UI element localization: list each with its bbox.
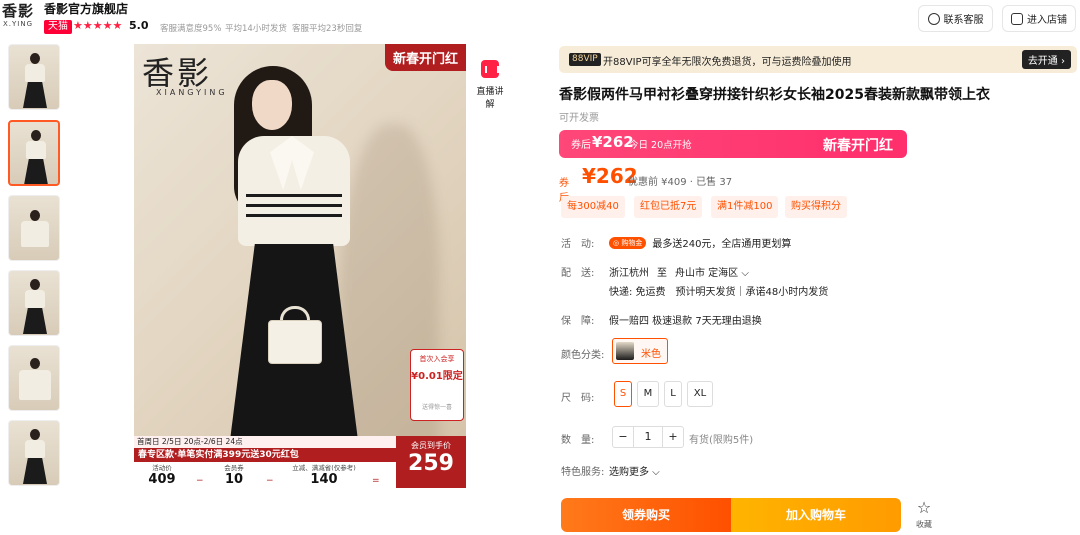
rating-value: 5.0 bbox=[129, 19, 149, 32]
color-label: 颜色分类: bbox=[561, 350, 605, 361]
model-face bbox=[252, 80, 292, 130]
shop-name[interactable]: 香影官方旗舰店 bbox=[44, 0, 128, 17]
store-label: 进入店铺 bbox=[1027, 15, 1067, 26]
stock-status: 有货(限购5件) bbox=[689, 435, 754, 446]
logo-subtext: X.YING bbox=[2, 20, 34, 28]
size-option-m[interactable]: M bbox=[637, 381, 659, 407]
vip-text: 开88VIP可享全年无限次免费退货，可与运费险叠加使用 bbox=[603, 57, 852, 68]
contact-service-button[interactable]: 联系客服 bbox=[918, 5, 993, 32]
quantity-minus-button[interactable]: − bbox=[613, 427, 633, 447]
gallery-thumbnail-active[interactable] bbox=[8, 120, 60, 186]
favorite-label: 收藏 bbox=[916, 520, 932, 529]
promo-rule: 春专区款·单笔实付满399元送30元红包 bbox=[134, 448, 396, 462]
chat-icon bbox=[927, 12, 940, 25]
promo-banner: 券后 ¥262 今日 20点开抢 新春开门红 bbox=[559, 130, 907, 158]
vip-banner: 88VIP 开88VIP可享全年无限次免费退货，可与运费险叠加使用 去开通 › bbox=[559, 46, 1077, 73]
chevron-down-icon: ⌵ bbox=[741, 268, 749, 279]
store-icon bbox=[1011, 12, 1023, 25]
ship-to-selector[interactable]: 舟山市 定海区 ⌵ bbox=[675, 264, 749, 279]
add-to-cart-button[interactable]: 加入购物车 bbox=[731, 498, 901, 532]
service-label: 特色服务: bbox=[561, 467, 605, 478]
activity-text: 最多送240元，全店通用更划算 bbox=[652, 239, 792, 250]
rating-stars: ★★★★★ bbox=[73, 19, 123, 32]
main-product-image[interactable]: 香影 XIANGYING 新春开门红 首次入会享 ¥0.01限定 送得惊一喜 首… bbox=[134, 44, 466, 488]
size-option-s[interactable]: S bbox=[614, 381, 632, 407]
color-option-label: 米色 bbox=[641, 349, 661, 360]
shop-logo[interactable]: 香影 X.YING bbox=[0, 2, 36, 34]
vip-badge: 88VIP bbox=[569, 53, 601, 66]
activity-row: ◎ 购物金 最多送240元，全店通用更划算 bbox=[609, 235, 791, 250]
model-handbag bbox=[268, 320, 322, 364]
ship-detail: 快递: 免运费 预计明天发货｜承诺48小时内发货 bbox=[609, 287, 829, 298]
discount-chip[interactable]: 红包已抵7元 bbox=[634, 196, 703, 218]
discount-chip[interactable]: 满1件减100 bbox=[711, 196, 779, 218]
shipping-label: 配 送: bbox=[561, 268, 595, 279]
gallery-thumbnail[interactable] bbox=[8, 195, 60, 261]
gallery-thumbnail[interactable] bbox=[8, 345, 60, 411]
discount-chip[interactable]: 每300减40 bbox=[561, 196, 625, 218]
gallery-thumbnail[interactable] bbox=[8, 44, 60, 110]
live-explain-button[interactable]: 直播讲解 bbox=[474, 60, 506, 110]
price-before: 优惠前 ¥409 · 已售 37 bbox=[628, 177, 733, 188]
size-option-l[interactable]: L bbox=[664, 381, 682, 407]
price-breakdown-item: 会员券 10 bbox=[224, 464, 244, 487]
color-option-selected[interactable]: 米色 bbox=[612, 338, 668, 364]
promo-date: 首周日 2/5日 20点-2/6日 24点 bbox=[134, 436, 396, 448]
member-coupon-card: 首次入会享 ¥0.01限定 送得惊一喜 bbox=[410, 349, 464, 421]
image-brand-subtext: XIANGYING bbox=[156, 88, 228, 97]
member-final-price: 会员到手价 259 bbox=[396, 436, 466, 488]
ship-to-label: 至 bbox=[657, 268, 667, 279]
star-icon: ☆ bbox=[916, 498, 932, 517]
quantity-stepper[interactable]: − 1 + bbox=[612, 426, 684, 448]
buy-with-coupon-button[interactable]: 领券购买 bbox=[561, 498, 731, 532]
service-more-dropdown[interactable]: 选购更多 ⌵ bbox=[609, 463, 660, 478]
quantity-input[interactable]: 1 bbox=[633, 427, 663, 447]
shop-stat: 平均14小时发货 bbox=[225, 24, 287, 34]
image-promo-tag: 新春开门红 bbox=[384, 44, 466, 71]
logo-text: 香影 bbox=[1, 2, 34, 20]
gallery-thumbnail[interactable] bbox=[8, 270, 60, 336]
vip-open-button[interactable]: 去开通 › bbox=[1021, 50, 1071, 69]
price-breakdown-item: 立减、满减省(仅参考) 140 bbox=[292, 464, 356, 487]
shop-stat: 客服平均23秒回复 bbox=[292, 24, 363, 34]
size-label: 尺 码: bbox=[561, 393, 595, 404]
favorite-button[interactable]: ☆ 收藏 bbox=[912, 500, 936, 530]
live-icon bbox=[481, 60, 499, 78]
gallery-thumbnail[interactable] bbox=[8, 420, 60, 486]
quantity-label: 数 量: bbox=[561, 435, 595, 446]
price-breakdown-item: 活动价 409 bbox=[148, 464, 176, 487]
activity-label: 活 动: bbox=[561, 239, 595, 250]
quantity-plus-button[interactable]: + bbox=[663, 427, 683, 447]
live-label: 直播讲解 bbox=[476, 87, 504, 110]
invoice-note: 可开发票 bbox=[559, 113, 599, 124]
size-option-xl[interactable]: XL bbox=[687, 381, 713, 407]
product-title: 香影假两件马甲衬衫叠穿拼接针织衫女长袖2025春装新款飘带领上衣 bbox=[559, 87, 990, 103]
tmall-badge: 天猫 bbox=[44, 20, 72, 34]
image-price-bar: 首周日 2/5日 20点-2/6日 24点 春专区款·单笔实付满399元送30元… bbox=[134, 436, 466, 488]
guarantee-text: 假一赔四 极速退款 7天无理由退换 bbox=[609, 316, 762, 327]
discount-chip[interactable]: 购买得积分 bbox=[785, 196, 847, 218]
ship-from: 浙江杭州 bbox=[609, 268, 649, 279]
color-swatch bbox=[616, 342, 634, 360]
guarantee-label: 保 障: bbox=[561, 316, 595, 327]
shop-stat: 客服满意度95% bbox=[160, 24, 222, 34]
contact-label: 联系客服 bbox=[943, 15, 984, 26]
gold-badge: ◎ 购物金 bbox=[609, 236, 647, 249]
enter-store-button[interactable]: 进入店铺 bbox=[1002, 5, 1076, 32]
